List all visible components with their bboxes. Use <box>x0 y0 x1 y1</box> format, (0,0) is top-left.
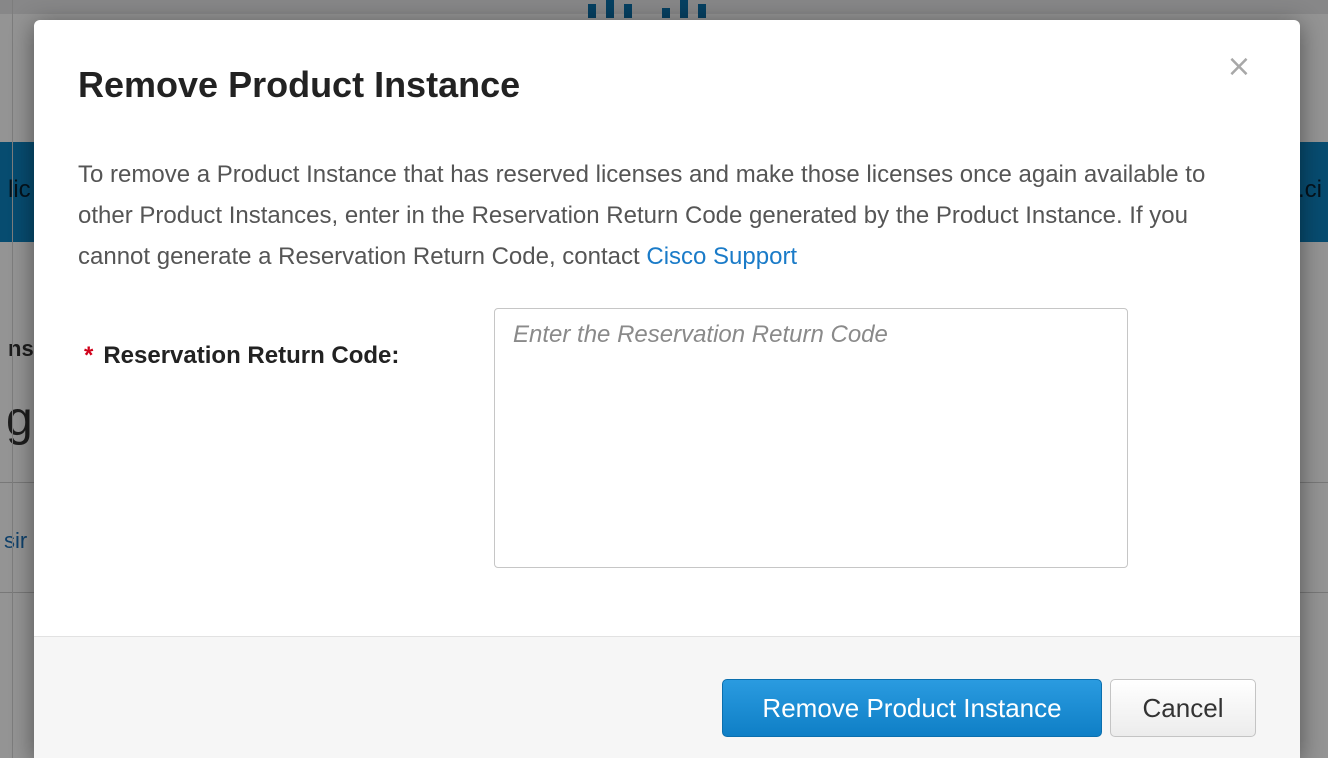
required-marker: * <box>84 342 94 369</box>
dialog-title: Remove Product Instance <box>78 64 521 105</box>
dialog-description-text: To remove a Product Instance that has re… <box>78 161 1206 270</box>
cancel-button[interactable]: Cancel <box>1110 679 1256 737</box>
remove-product-instance-button[interactable]: Remove Product Instance <box>722 679 1102 737</box>
reservation-return-code-input[interactable] <box>494 308 1128 568</box>
cisco-support-link[interactable]: Cisco Support <box>646 243 797 270</box>
dialog-footer: Remove Product Instance Cancel <box>34 636 1300 758</box>
reservation-return-code-label-text: Reservation Return Code: <box>103 342 400 369</box>
remove-product-instance-dialog: × Remove Product Instance To remove a Pr… <box>34 20 1300 758</box>
close-icon[interactable]: × <box>1222 50 1256 84</box>
reservation-return-code-label: * Reservation Return Code: <box>84 342 399 370</box>
dialog-description: To remove a Product Instance that has re… <box>78 154 1258 277</box>
